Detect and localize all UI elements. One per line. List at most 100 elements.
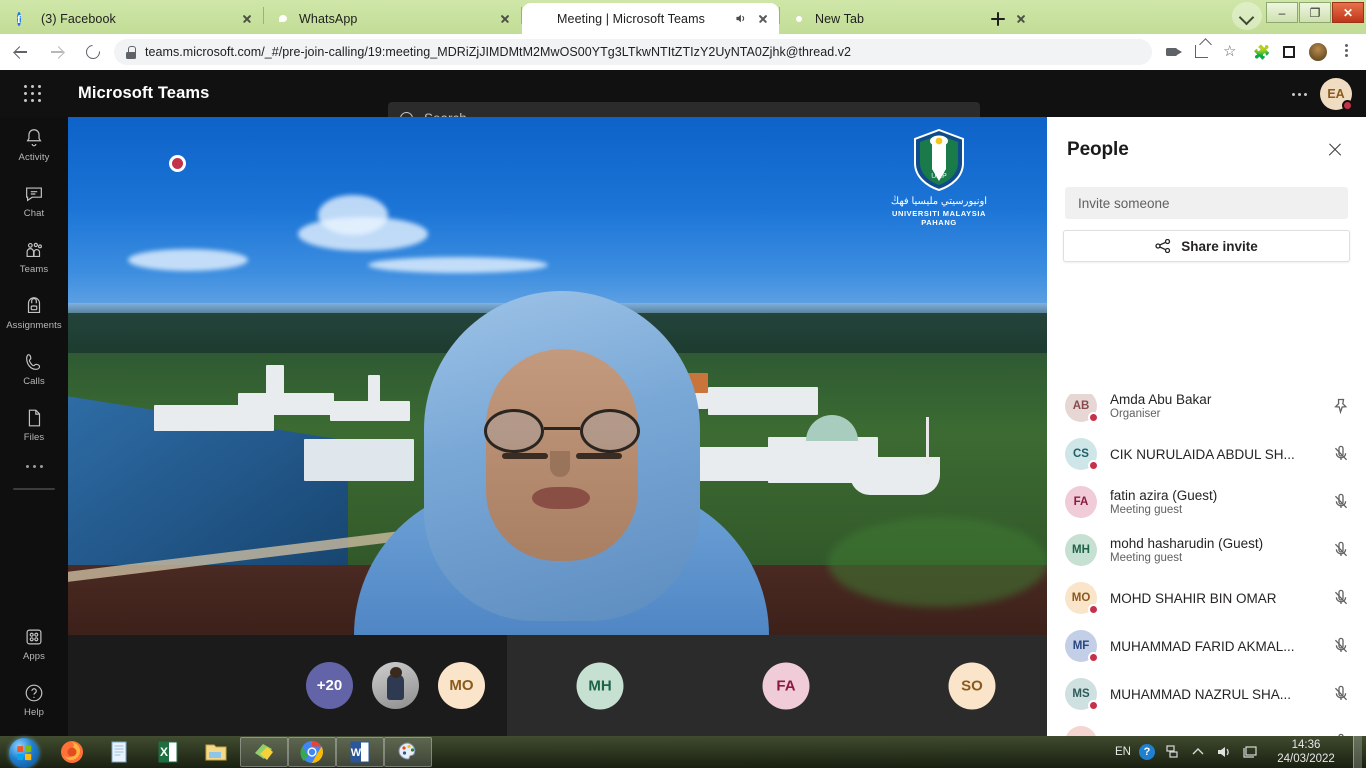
share-icon[interactable] bbox=[1189, 39, 1215, 65]
browser-tab-teams[interactable]: Meeting | Microsoft Teams bbox=[522, 3, 779, 34]
maximize-icon: ❐ bbox=[1309, 6, 1321, 20]
list-item[interactable]: MR Muhammed Fawwaz Abdul ... bbox=[1047, 718, 1366, 736]
list-item[interactable]: MO MOHD SHAHIR BIN OMAR bbox=[1047, 574, 1366, 622]
header-more-icon[interactable] bbox=[1288, 83, 1310, 105]
browser-tab-facebook[interactable]: f (3) Facebook bbox=[6, 3, 263, 34]
chat-icon bbox=[23, 183, 45, 205]
participant-info: Amda Abu Bakar Organiser bbox=[1110, 394, 1332, 420]
system-tray: EN ? 14:36 24/03/2022 bbox=[1115, 736, 1366, 768]
chevron-up-icon[interactable] bbox=[1189, 743, 1207, 761]
filmstrip-tile-mh[interactable]: MH bbox=[507, 635, 693, 736]
sidebar-item-activity[interactable]: Activity bbox=[0, 117, 68, 173]
more-icon[interactable] bbox=[0, 453, 68, 479]
list-item[interactable]: MS MUHAMMAD NAZRUL SHA... bbox=[1047, 670, 1366, 718]
close-icon[interactable] bbox=[1324, 139, 1346, 161]
invite-input[interactable]: Invite someone bbox=[1065, 187, 1348, 219]
share-invite-button[interactable]: Share invite bbox=[1063, 230, 1350, 262]
sidebar-item-help[interactable]: Help bbox=[0, 672, 68, 728]
tab-close-icon[interactable] bbox=[1013, 11, 1029, 27]
maximize-button[interactable]: ❐ bbox=[1299, 2, 1331, 23]
overflow-participants-badge[interactable]: +20 bbox=[306, 662, 353, 709]
taskbar-item-chrome[interactable] bbox=[288, 737, 336, 767]
participant-list[interactable]: AB Amda Abu Bakar Organiser CS CIK NURUL… bbox=[1047, 394, 1366, 736]
rail-bottom-group: Apps Help bbox=[0, 616, 68, 728]
list-item[interactable]: MH mohd hasharudin (Guest) Meeting guest bbox=[1047, 526, 1366, 574]
taskbar-item-file-explorer[interactable] bbox=[192, 737, 240, 767]
tab-audio-playing-icon[interactable] bbox=[734, 12, 747, 25]
browser-tab-whatsapp[interactable]: WhatsApp bbox=[264, 3, 521, 34]
sidebar-item-label: Activity bbox=[18, 152, 50, 163]
taskbar-item-notepad[interactable] bbox=[96, 737, 144, 767]
filmstrip-tile-so[interactable]: SO bbox=[879, 635, 1047, 736]
filmstrip-tile-fa[interactable]: FA bbox=[693, 635, 879, 736]
extensions-icon[interactable]: 🧩 bbox=[1247, 39, 1273, 65]
list-item[interactable]: MF MUHAMMAD FARID AKMAL... bbox=[1047, 622, 1366, 670]
tab-close-icon[interactable] bbox=[497, 11, 513, 27]
teams-app: Microsoft Teams EA Search bbox=[0, 70, 1366, 736]
tab-close-icon[interactable] bbox=[239, 11, 255, 27]
volume-icon[interactable] bbox=[1215, 743, 1233, 761]
tab-list: f (3) Facebook WhatsApp Meeting | Micros… bbox=[6, 3, 1037, 34]
tab-close-icon[interactable] bbox=[755, 11, 771, 27]
language-indicator[interactable]: EN bbox=[1115, 746, 1131, 758]
mic-muted-icon[interactable] bbox=[1332, 445, 1350, 463]
network-icon[interactable] bbox=[1163, 743, 1181, 761]
taskbar-clock[interactable]: 14:36 24/03/2022 bbox=[1267, 738, 1345, 766]
pin-icon[interactable] bbox=[1332, 397, 1350, 415]
profile-avatar[interactable] bbox=[1305, 39, 1331, 65]
list-item[interactable]: FA fatin azira (Guest) Meeting guest bbox=[1047, 478, 1366, 526]
filmstrip-tile-group[interactable]: +20 MO bbox=[68, 635, 507, 736]
forward-button[interactable] bbox=[42, 37, 72, 67]
tab-search-chevron-down-icon[interactable] bbox=[1232, 2, 1262, 30]
taskbar-item-firefox[interactable] bbox=[48, 737, 96, 767]
avatar: MS bbox=[1065, 678, 1099, 711]
list-item[interactable]: AB Amda Abu Bakar Organiser bbox=[1047, 394, 1366, 430]
mic-muted-icon[interactable] bbox=[1332, 589, 1350, 607]
help-icon[interactable]: ? bbox=[1139, 744, 1155, 760]
address-bar[interactable]: teams.microsoft.com/_#/pre-join-calling/… bbox=[114, 39, 1152, 65]
start-button[interactable] bbox=[2, 737, 48, 768]
minimize-button[interactable]: – bbox=[1266, 2, 1298, 23]
avatar: MO bbox=[1065, 582, 1099, 615]
sidebar-item-calls[interactable]: Calls bbox=[0, 341, 68, 397]
camera-icon[interactable] bbox=[1160, 39, 1186, 65]
star-icon[interactable]: ☆ bbox=[1218, 39, 1244, 65]
sidebar-item-apps[interactable]: Apps bbox=[0, 616, 68, 672]
taskbar-item-excel[interactable]: X bbox=[144, 737, 192, 767]
taskbar-item-paint[interactable] bbox=[384, 737, 432, 767]
back-button[interactable] bbox=[6, 37, 36, 67]
sidebar-item-files[interactable]: Files bbox=[0, 397, 68, 453]
close-icon: ✕ bbox=[1342, 6, 1354, 20]
show-desktop-button[interactable] bbox=[1353, 736, 1362, 768]
main-video-tile[interactable]: UMP اونيورسيتي مليسيا فهڭ UNIVERSITI MAL… bbox=[68, 117, 1047, 635]
participant-photo-avatar[interactable] bbox=[372, 662, 419, 709]
chrome-menu-icon[interactable] bbox=[1334, 39, 1360, 65]
sidebar-item-label: Teams bbox=[19, 264, 49, 275]
screen: f (3) Facebook WhatsApp Meeting | Micros… bbox=[0, 0, 1366, 768]
mic-muted-icon[interactable] bbox=[1332, 493, 1350, 511]
avatar[interactable]: EA bbox=[1320, 77, 1353, 111]
address-bar-url: teams.microsoft.com/_#/pre-join-calling/… bbox=[145, 45, 852, 59]
list-item[interactable]: CS CIK NURULAIDA ABDUL SH... bbox=[1047, 430, 1366, 478]
mic-muted-icon[interactable] bbox=[1332, 637, 1350, 655]
sidebar-item-chat[interactable]: Chat bbox=[0, 173, 68, 229]
avatar: MF bbox=[1065, 630, 1099, 663]
app-launcher-icon[interactable] bbox=[22, 83, 44, 105]
reload-button[interactable] bbox=[78, 37, 108, 67]
taskbar-item-word[interactable]: W bbox=[336, 737, 384, 767]
people-panel-header: People bbox=[1047, 117, 1366, 161]
taskbar-item-sticky-notes[interactable] bbox=[240, 737, 288, 767]
display-icon[interactable] bbox=[1241, 743, 1259, 761]
participant-avatar-mo[interactable]: MO bbox=[438, 662, 485, 709]
close-button[interactable]: ✕ bbox=[1332, 2, 1364, 23]
sidebar-item-teams[interactable]: Teams bbox=[0, 229, 68, 285]
mic-muted-icon[interactable] bbox=[1332, 685, 1350, 703]
mic-muted-icon[interactable] bbox=[1332, 541, 1350, 559]
new-tab-button[interactable] bbox=[985, 6, 1011, 32]
participant-info: CIK NURULAIDA ABDUL SH... bbox=[1110, 447, 1332, 462]
sidebar-item-assignments[interactable]: Assignments bbox=[0, 285, 68, 341]
sidebar-item-label: Help bbox=[24, 707, 44, 718]
sidepanel-icon[interactable] bbox=[1276, 39, 1302, 65]
teams-icon bbox=[23, 239, 45, 261]
chrome-icon bbox=[299, 739, 325, 765]
